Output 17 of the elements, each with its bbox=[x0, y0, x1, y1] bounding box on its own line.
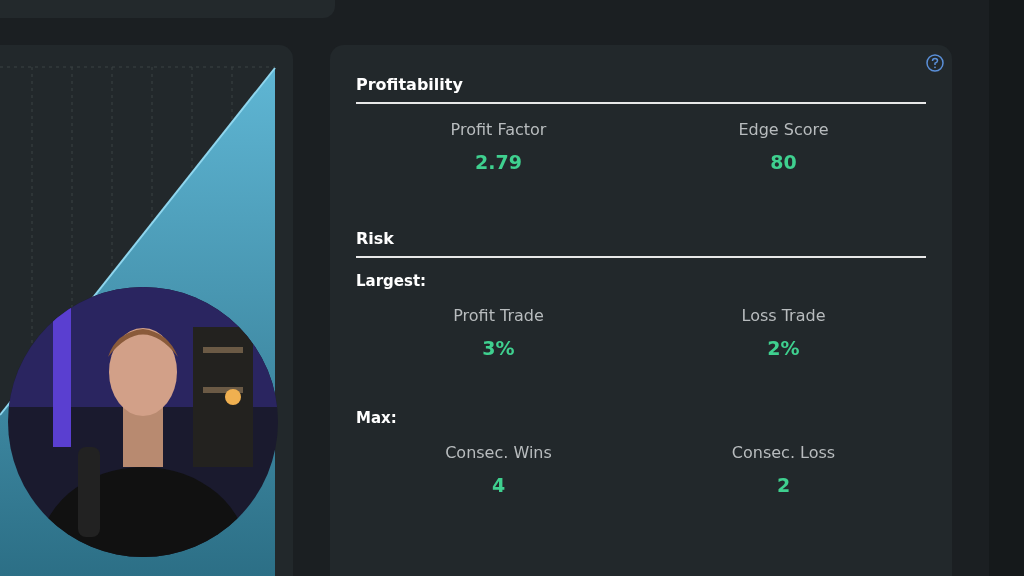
help-icon[interactable] bbox=[926, 54, 944, 72]
stat-value: 80 bbox=[770, 151, 797, 173]
subsection-label: Largest: bbox=[356, 272, 428, 290]
stat-value: 2% bbox=[767, 337, 800, 359]
subsection-label: Max: bbox=[356, 409, 398, 427]
stat-value: 3% bbox=[482, 337, 515, 359]
stat-value: 2 bbox=[776, 474, 791, 496]
stat-label: Loss Trade bbox=[741, 306, 826, 325]
stat-label: Consec. Wins bbox=[445, 443, 552, 462]
stat-label: Edge Score bbox=[738, 120, 829, 139]
stat-label: Consec. Loss bbox=[731, 443, 836, 462]
stat-value: 4 bbox=[491, 474, 506, 496]
stat-label: Profit Factor bbox=[450, 120, 547, 139]
section-heading: Profitability bbox=[356, 71, 926, 104]
stat-value: 2.79 bbox=[475, 151, 522, 173]
stat-label: Profit Trade bbox=[453, 306, 544, 325]
section-heading: Risk bbox=[356, 225, 926, 258]
